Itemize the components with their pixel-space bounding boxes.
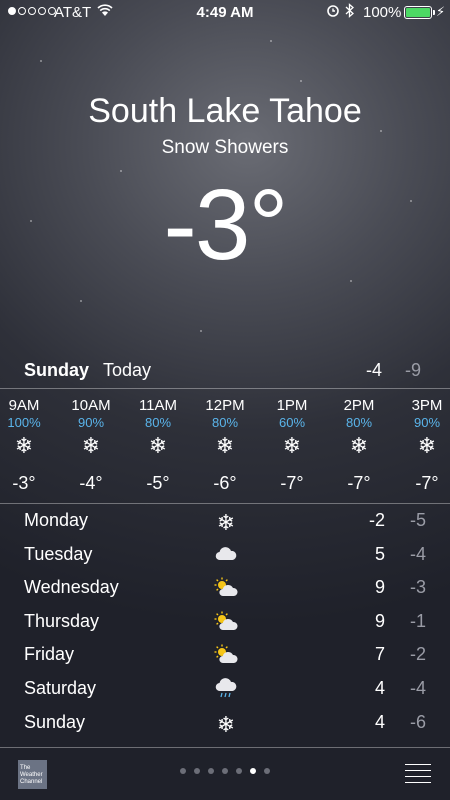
city-list-icon[interactable] — [405, 764, 431, 788]
daily-low: -3 — [409, 577, 426, 598]
rain-cloud-icon — [213, 678, 239, 706]
snowflake-icon: ❄ — [215, 433, 235, 458]
snowflake-icon: ❄ — [81, 433, 101, 458]
daily-row: Tuesday 5 -4 — [0, 544, 450, 570]
daily-low: -5 — [409, 510, 426, 530]
partly-sunny-icon — [213, 577, 239, 603]
snowflake-icon: ❄ — [148, 433, 168, 458]
daily-low: -4 — [409, 678, 426, 698]
snowflake-icon: ❄ — [216, 711, 236, 737]
page-dot[interactable] — [194, 768, 200, 774]
page-dot[interactable] — [222, 768, 228, 774]
daily-day: Tuesday — [24, 543, 93, 564]
daily-day: Saturday — [24, 678, 97, 698]
battery-percent: 100% — [363, 4, 402, 21]
bluetooth-icon — [345, 3, 355, 22]
current-temperature: -3° — [163, 169, 289, 281]
hourly-item: 9AM 100% ❄ -3° — [0, 397, 52, 494]
page-dot[interactable] — [208, 768, 214, 774]
page-dot[interactable] — [180, 768, 186, 774]
hourly-precip: 100% — [7, 415, 41, 430]
daily-high: 9 — [374, 577, 385, 598]
hourly-time: 10AM — [71, 397, 111, 414]
alarm-icon — [326, 3, 340, 21]
hourly-time: 9AM — [8, 397, 40, 414]
status-bar: AT&T 4:49 AM 100% ⚡ — [0, 0, 450, 26]
daily-day: Thursday — [24, 610, 100, 631]
page-dot[interactable] — [264, 768, 270, 774]
hourly-temp: -7° — [347, 473, 371, 493]
daily-high: -2 — [368, 510, 385, 530]
weather-channel-logo[interactable]: The Weather Channel — [18, 760, 47, 789]
hourly-item: 1PM 60% ❄ -7° — [264, 397, 320, 494]
today-day: Sunday — [24, 360, 90, 380]
hourly-temp: -7° — [280, 473, 304, 493]
daily-row: Sunday ❄ 4 -6 — [0, 712, 450, 738]
daily-high: 7 — [374, 644, 385, 665]
today-low: -9 — [405, 360, 422, 380]
hourly-precip: 90% — [77, 415, 105, 430]
hourly-item: 2PM 80% ❄ -7° — [331, 397, 387, 494]
hourly-time: 3PM — [411, 397, 443, 414]
hourly-precip: 80% — [345, 415, 373, 430]
hourly-time: 1PM — [276, 397, 308, 414]
daily-row: Wednesday 9 -3 — [0, 577, 450, 603]
hourly-temp: -6° — [213, 473, 237, 493]
hourly-precip: 80% — [144, 415, 172, 430]
page-dot[interactable] — [236, 768, 242, 774]
hourly-temp: -5° — [146, 473, 170, 493]
hourly-item: 10AM 90% ❄ -4° — [63, 397, 119, 494]
daily-low: -6 — [409, 711, 426, 732]
hourly-time: 11AM — [138, 397, 178, 414]
daily-day: Wednesday — [24, 577, 119, 598]
daily-day: Monday — [24, 510, 89, 530]
hourly-item: 3PM 90% ❄ -7° — [399, 397, 450, 494]
page-indicator[interactable] — [0, 768, 450, 774]
today-label: Today — [103, 360, 152, 380]
snowflake-icon: ❄ — [14, 433, 34, 458]
today-summary-row: Sunday Today -4 -9 — [0, 360, 450, 386]
hourly-precip: 90% — [413, 415, 441, 430]
hourly-precip: 80% — [211, 415, 239, 430]
hourly-temp: -4° — [79, 473, 103, 493]
hourly-temp: -3° — [12, 473, 36, 493]
daily-high: 5 — [374, 543, 385, 564]
partly-sunny-icon — [213, 644, 239, 670]
hourly-item: 12PM 80% ❄ -6° — [197, 397, 253, 494]
charging-icon: ⚡ — [436, 4, 446, 19]
divider-middle — [0, 503, 450, 504]
daily-low: -4 — [409, 543, 426, 564]
hourly-time: 12PM — [205, 397, 245, 414]
daily-row: Saturday 4 -4 — [0, 678, 450, 704]
snowflake-icon: ❄ — [216, 510, 236, 535]
daily-low: -1 — [409, 610, 426, 631]
daily-low: -2 — [409, 644, 426, 665]
daily-row: Thursday 9 -1 — [0, 611, 450, 637]
hourly-precip: 60% — [278, 415, 306, 430]
bottom-toolbar: The Weather Channel — [0, 748, 450, 800]
daily-high: 9 — [374, 610, 385, 631]
page-dot[interactable] — [250, 768, 256, 774]
weather-condition: Snow Showers — [161, 137, 289, 158]
daily-high: 4 — [374, 678, 385, 698]
partly-sunny-icon — [213, 611, 239, 637]
daily-day: Friday — [24, 644, 75, 665]
hourly-time: 2PM — [343, 397, 375, 414]
divider-top — [0, 388, 450, 389]
snowflake-icon: ❄ — [282, 433, 302, 458]
hourly-temp: -7° — [415, 473, 439, 493]
daily-high: 4 — [374, 711, 385, 732]
snowflake-icon: ❄ — [349, 433, 369, 458]
hourly-item: 11AM 80% ❄ -5° — [130, 397, 186, 494]
daily-row: Friday 7 -2 — [0, 644, 450, 670]
city-name: South Lake Tahoe — [88, 92, 362, 130]
daily-day: Sunday — [24, 711, 86, 732]
today-high: -4 — [366, 360, 383, 380]
snowflake-icon: ❄ — [417, 433, 437, 458]
daily-row: Monday ❄ -2 -5 — [0, 510, 450, 536]
cloud-icon — [213, 544, 239, 567]
battery-icon — [404, 6, 435, 19]
hourly-forecast-strip[interactable]: 9AM 100% ❄ -3° 10AM 90% ❄ -4° 11AM 80% ❄ -5° 12PM 80%… — [0, 397, 450, 497]
